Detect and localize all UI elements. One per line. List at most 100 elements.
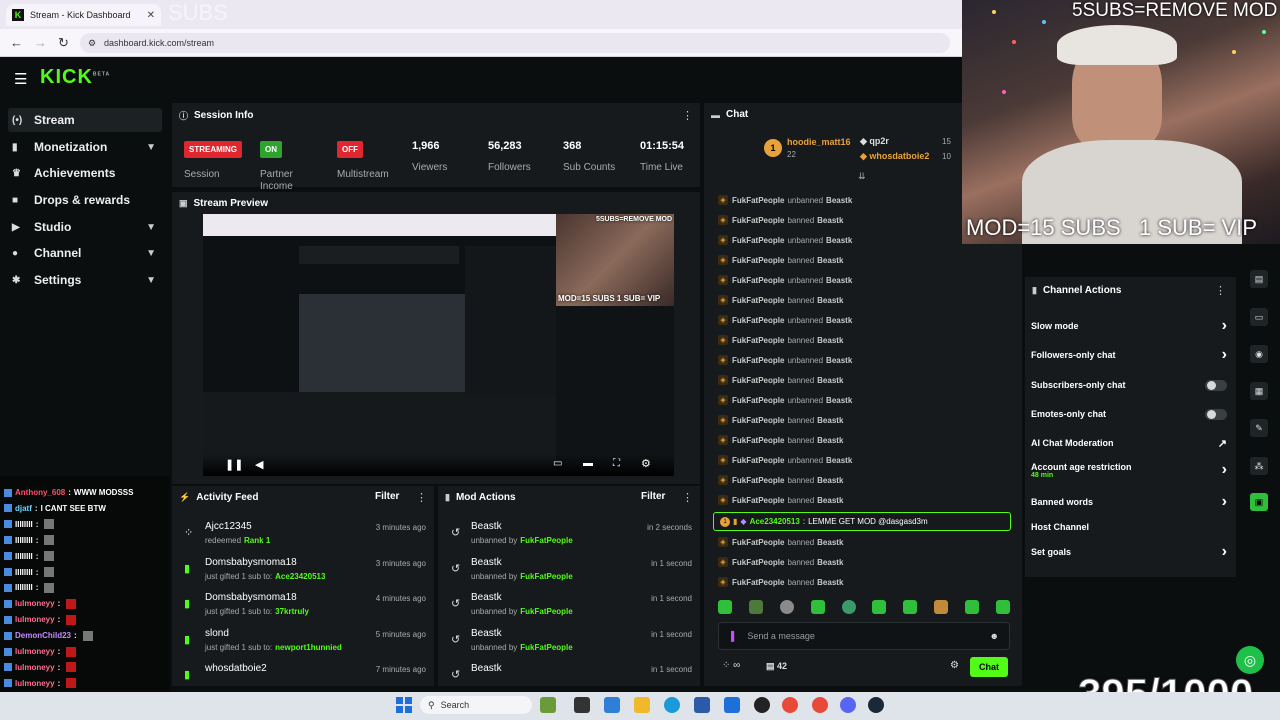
- mod-action-by[interactable]: FukFatPeople: [520, 607, 572, 616]
- sidebar-item-monetization[interactable]: ▮ Monetization ▼: [8, 135, 162, 159]
- mod-target-name[interactable]: Beastk: [471, 628, 502, 639]
- emote-icon[interactable]: [841, 600, 856, 614]
- chat-target[interactable]: Beastk: [826, 236, 852, 245]
- chat-target[interactable]: Beastk: [826, 456, 852, 465]
- theater-icon[interactable]: ▬: [583, 458, 593, 469]
- chat-target[interactable]: Beastk: [826, 276, 852, 285]
- emote-icon[interactable]: [810, 600, 825, 614]
- activity-row[interactable]: ▮ slond just gifted 1 sub to: newport1hunni…: [172, 625, 434, 659]
- close-tab-icon[interactable]: ✕: [147, 10, 155, 21]
- chat-line[interactable]: ◈ FukFatPeople banned Beastk: [718, 250, 1010, 270]
- pip-icon[interactable]: ▭: [553, 458, 562, 469]
- chat-line[interactable]: ◈ FukFatPeople unbanned Beastk: [718, 310, 1010, 330]
- mod-action-row[interactable]: ↺ Beastk unbanned by FukFatPeople in 1 secon…: [438, 625, 700, 659]
- emote-icon[interactable]: [872, 600, 887, 614]
- emote-icon[interactable]: [995, 600, 1010, 614]
- menu-icon[interactable]: ☰: [14, 70, 27, 88]
- emote-icon[interactable]: [965, 600, 979, 614]
- chat-username[interactable]: FukFatPeople: [732, 396, 784, 405]
- taskbar-search[interactable]: ⚲ Search: [420, 696, 532, 714]
- forward-icon[interactable]: →: [34, 35, 47, 50]
- chat-username[interactable]: FukFatPeople: [732, 296, 784, 305]
- emote-icon[interactable]: [779, 600, 794, 614]
- chat-line[interactable]: ◈ FukFatPeople banned Beastk: [718, 330, 1010, 350]
- chat-username[interactable]: FukFatPeople: [732, 496, 784, 505]
- chat-username[interactable]: FukFatPeople: [732, 558, 784, 567]
- channel-action-banned-words[interactable]: Banned words ›: [1031, 493, 1227, 511]
- mod-action-by[interactable]: FukFatPeople: [520, 572, 572, 581]
- task-view-icon[interactable]: [574, 697, 590, 713]
- chat-line[interactable]: ◈ FukFatPeople banned Beastk: [718, 410, 1010, 430]
- back-icon[interactable]: ←: [10, 35, 23, 50]
- windows-start-icon[interactable]: [396, 697, 412, 713]
- video-player[interactable]: 5SUBS=REMOVE MOD MOD=15 SUBS 1 SUB= VIP …: [203, 214, 674, 476]
- steam-icon[interactable]: [868, 697, 884, 713]
- activity-username[interactable]: Ajcc12345: [205, 521, 252, 532]
- chat-target[interactable]: Beastk: [817, 376, 843, 385]
- chat-username[interactable]: FukFatPeople: [732, 376, 784, 385]
- gifter-2-name[interactable]: ◆ qp2r: [860, 136, 889, 147]
- chat-username[interactable]: FukFatPeople: [732, 276, 784, 285]
- chat-username[interactable]: FukFatPeople: [732, 236, 784, 245]
- chat-line[interactable]: ◈ FukFatPeople unbanned Beastk: [718, 270, 1010, 290]
- mod-action-by[interactable]: FukFatPeople: [520, 643, 572, 652]
- chat-username[interactable]: FukFatPeople: [732, 356, 784, 365]
- sidebar-item-achievements[interactable]: ♛ Achievements: [8, 161, 162, 185]
- toggle-switch[interactable]: [1205, 408, 1227, 420]
- chat-send-button[interactable]: Chat: [970, 657, 1008, 677]
- activity-filter-button[interactable]: Filter: [375, 491, 399, 502]
- mod-action-by[interactable]: FukFatPeople: [520, 536, 572, 545]
- obs-icon[interactable]: [754, 697, 770, 713]
- chat-line[interactable]: ◈ FukFatPeople banned Beastk: [718, 290, 1010, 310]
- chat-line[interactable]: ◈ FukFatPeople banned Beastk: [718, 370, 1010, 390]
- channel-action-slow-mode[interactable]: Slow mode ›: [1031, 317, 1227, 334]
- mod-action-row[interactable]: ↺ Beastk unbanned by FukFatPeople in 1 secon…: [438, 554, 700, 588]
- fullscreen-icon[interactable]: ⛶: [613, 458, 620, 469]
- chat-target[interactable]: Beastk: [817, 256, 843, 265]
- channel-action-account-age-restriction[interactable]: Account age restriction 48 min ›: [1031, 461, 1227, 479]
- mod-target-name[interactable]: Beastk: [471, 592, 502, 603]
- pause-icon[interactable]: ❚❚: [225, 458, 243, 471]
- sidebar-item-studio[interactable]: ▶ Studio ▼: [8, 215, 162, 239]
- toggle-switch[interactable]: [1205, 379, 1227, 391]
- url-field[interactable]: ⚙ dashboard.kick.com/stream: [80, 33, 950, 53]
- chrome-icon[interactable]: [812, 697, 828, 713]
- mail-icon[interactable]: [724, 697, 740, 713]
- mod-action-row[interactable]: ↺ Beastk in 1 second: [438, 660, 700, 694]
- chevron-right-icon[interactable]: ›: [1222, 346, 1227, 364]
- emote-icon[interactable]: [903, 600, 918, 614]
- chat-target[interactable]: Beastk: [817, 578, 843, 587]
- chat-username[interactable]: FukFatPeople: [732, 256, 784, 265]
- activity-target[interactable]: newport1hunnied: [275, 643, 342, 652]
- chat-username[interactable]: Ace23420513: [750, 517, 800, 526]
- expand-gifters-icon[interactable]: ⇊: [858, 171, 866, 182]
- chat-username[interactable]: FukFatPeople: [732, 476, 784, 485]
- more-icon[interactable]: ⋮: [682, 491, 693, 504]
- mod-target-name[interactable]: Beastk: [471, 663, 502, 674]
- chat-username[interactable]: FukFatPeople: [732, 416, 784, 425]
- emote-icon[interactable]: [934, 600, 949, 614]
- chat-username[interactable]: FukFatPeople: [732, 196, 784, 205]
- more-icon[interactable]: ⋮: [416, 491, 427, 504]
- rail-active-icon[interactable]: ▣: [1250, 493, 1268, 511]
- rail-chat-icon[interactable]: ▭: [1250, 308, 1268, 326]
- browser-tab[interactable]: K Stream - Kick Dashboard ✕: [6, 4, 161, 26]
- chat-username[interactable]: FukFatPeople: [732, 456, 784, 465]
- chat-username[interactable]: FukFatPeople: [732, 538, 784, 547]
- chevron-right-icon[interactable]: ›: [1222, 493, 1227, 511]
- chat-line[interactable]: ◈ FukFatPeople banned Beastk: [718, 490, 1010, 510]
- mod-target-name[interactable]: Beastk: [471, 557, 502, 568]
- settings-gear-icon[interactable]: ⚙: [641, 457, 651, 470]
- emote-icon[interactable]: [718, 600, 732, 614]
- chat-target[interactable]: Beastk: [817, 416, 843, 425]
- chat-target[interactable]: Beastk: [817, 476, 843, 485]
- top-gifter-name[interactable]: hoodie_matt16: [787, 137, 851, 147]
- chevron-right-icon[interactable]: ›: [1222, 461, 1227, 479]
- sidebar-item-stream[interactable]: (•) Stream: [8, 108, 162, 132]
- kick-logo[interactable]: KICKBETA: [40, 66, 110, 89]
- activity-row[interactable]: ▮ Domsbabysmoma18 just gifted 1 sub to: 37k…: [172, 589, 434, 623]
- activity-username[interactable]: slond: [205, 628, 229, 639]
- activity-target[interactable]: Rank 1: [244, 536, 270, 545]
- emoji-icon[interactable]: ☻: [990, 631, 999, 641]
- activity-username[interactable]: Domsbabysmoma18: [205, 592, 297, 603]
